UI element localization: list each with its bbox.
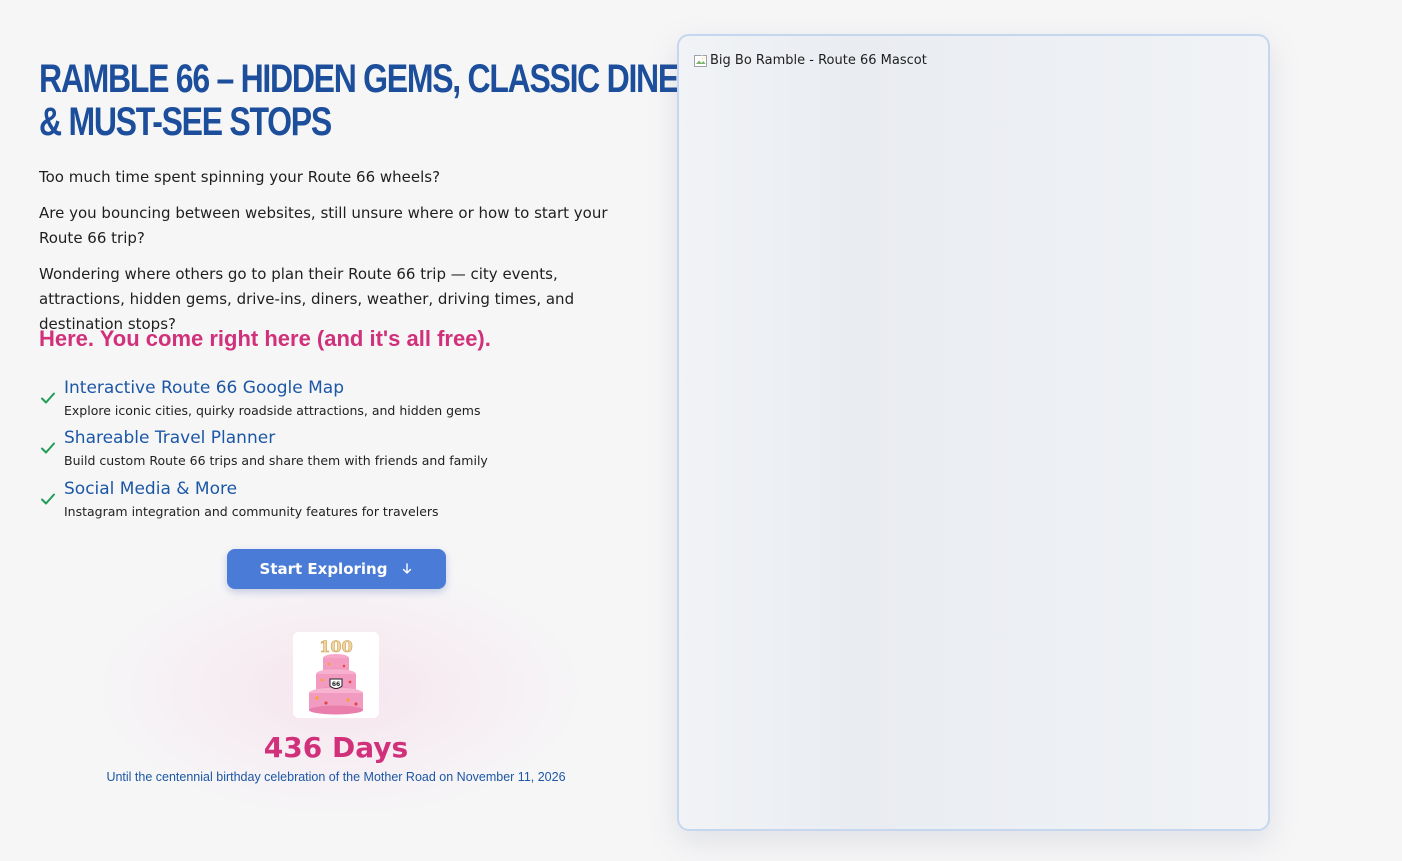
mascot-image: Big Bo Ramble - Route 66 Mascot (693, 53, 927, 69)
page: Ramble 66 – Hidden Gems, Classic Diners … (0, 0, 1402, 861)
intro-paragraph-1: Too much time spent spinning your Route … (39, 168, 441, 186)
start-exploring-button[interactable]: Start Exploring (227, 549, 446, 589)
svg-text:100: 100 (319, 637, 352, 656)
feature-item-social: Social Media & More Instagram integratio… (39, 477, 629, 525)
page-title: Ramble 66 – Hidden Gems, Classic Diners … (39, 57, 721, 144)
intro-paragraph-2: Are you bouncing between websites, still… (39, 204, 608, 247)
countdown-days: 436 Days (263, 731, 409, 764)
feature-title: Shareable Travel Planner (64, 428, 276, 448)
feature-description: Explore iconic cities, quirky roadside a… (64, 403, 481, 418)
arrow-down-icon (403, 563, 412, 574)
feature-item-map: Interactive Route 66 Google Map Explore … (39, 376, 629, 424)
feature-description: Build custom Route 66 trips and share th… (64, 453, 488, 468)
title-line-1: Ramble 66 – Hidden Gems, Classic Diners (39, 57, 721, 101)
tagline: Here. You come right here (and it's all … (39, 326, 491, 351)
feature-description: Instagram integration and community feat… (64, 504, 439, 519)
start-exploring-label: Start Exploring (259, 560, 388, 578)
feature-title: Social Media & More (64, 479, 238, 499)
svg-text:66: 66 (332, 681, 340, 688)
broken-image-icon (694, 55, 707, 67)
title-line-2: & Must-See Stops (39, 100, 332, 144)
mascot-image-frame: Big Bo Ramble - Route 66 Mascot (677, 34, 1270, 831)
birthday-cake-image: 100 66 (293, 632, 379, 718)
birthday-cake-icon: 100 66 (293, 632, 379, 718)
check-icon (41, 442, 55, 454)
countdown-caption: Until the centennial birthday celebratio… (106, 770, 566, 784)
feature-title: Interactive Route 66 Google Map (64, 378, 344, 398)
check-icon (41, 392, 55, 404)
check-icon (41, 493, 55, 505)
mascot-alt-text: Big Bo Ramble - Route 66 Mascot (710, 53, 927, 68)
feature-item-planner: Shareable Travel Planner Build custom Ro… (39, 426, 629, 474)
